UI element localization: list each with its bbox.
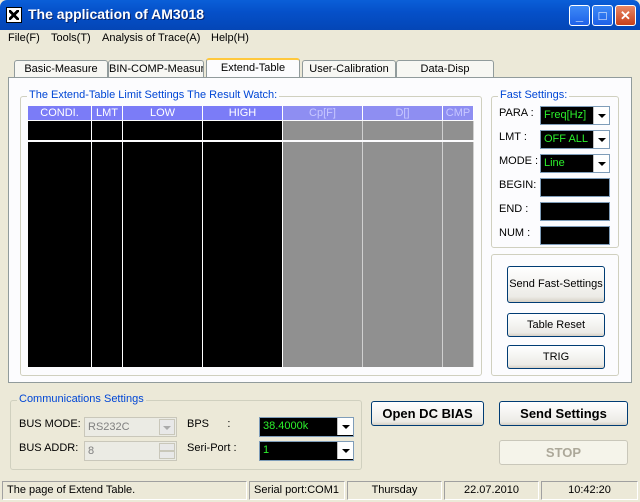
status-date: 22.07.2010 [444,481,539,500]
column-header-cmp: CMP [443,106,474,120]
limit-settings-label: The Extend-Table Limit Settings The Resu… [27,89,280,101]
para-value: Freq[Hz] [544,109,587,121]
bus-mode-value: RS232C [88,421,130,433]
window-title: The application of AM3018 [28,6,205,22]
begin-label: BEGIN: [499,179,537,191]
column-header-high: HIGH [203,106,283,120]
chevron-down-icon[interactable] [159,419,175,435]
bus-mode-select[interactable]: RS232C [84,417,177,437]
menu-bar: File(F) Tools(T) Analysis of Trace(A) He… [0,30,640,48]
seri-port-value: 1 [263,444,270,456]
status-time: 10:42:20 [541,481,638,500]
column-header-lmt: LMT [92,106,123,120]
mode-select[interactable]: Line [540,154,610,173]
mode-value: Line [544,157,565,169]
table-cell[interactable] [123,121,203,140]
bus-addr-stepper[interactable]: 8 [84,441,177,461]
status-serial-port: Serial port:COM1 [249,481,345,500]
lmt-label: LMT : [499,131,527,143]
table-cell[interactable] [28,121,92,140]
table-column-body[interactable] [203,142,283,367]
bus-addr-label: BUS ADDR: [19,442,79,454]
table-column-body [283,142,363,367]
para-label: PARA : [499,107,534,119]
end-label: END : [499,203,529,215]
lmt-select[interactable]: OFF ALL [540,130,610,149]
para-select[interactable]: Freq[Hz] [540,106,610,125]
num-input[interactable] [540,226,610,245]
bps-select[interactable]: 38.4000k [259,417,354,437]
seri-port-label: Seri-Port : [187,442,237,454]
column-header-cp: Cp[F] [283,106,363,120]
table-reset-button[interactable]: Table Reset [507,313,605,337]
menu-tools[interactable]: Tools(T) [51,32,91,44]
fast-settings-label: Fast Settings: [498,89,570,101]
table-cell[interactable] [92,121,123,140]
end-input[interactable] [540,202,610,221]
menu-file[interactable]: File(F) [8,32,40,44]
app-icon[interactable] [6,7,22,23]
tab-extend-table[interactable]: Extend-Table [206,58,300,78]
begin-input[interactable] [540,178,610,197]
communications-label: Communications Settings [17,393,146,405]
table-column-body [363,142,443,367]
trig-button[interactable]: TRIG [507,345,605,369]
table-cell [443,121,474,140]
bps-label: BPS : [187,418,231,430]
status-message: The page of Extend Table. [2,481,247,500]
bps-value: 38.4000k [263,420,309,432]
chevron-down-icon[interactable] [593,107,609,124]
bus-addr-value: 8 [88,445,95,457]
table-cell [283,121,363,140]
spin-arrows-icon[interactable] [159,443,175,459]
table-column-body [443,142,474,367]
menu-analysis-of-trace[interactable]: Analysis of Trace(A) [102,32,200,44]
send-fast-settings-button[interactable]: Send Fast-Settings [507,266,605,303]
table-cell [363,121,443,140]
close-button[interactable]: ✕ [615,5,636,26]
title-bar[interactable]: The application of AM3018 _ □ ✕ [0,0,640,30]
status-day: Thursday [347,481,442,500]
table-column-body[interactable] [123,142,203,367]
column-header-condi: CONDI. [28,106,92,120]
chevron-down-icon[interactable] [593,155,609,172]
lmt-value: OFF ALL [544,133,589,145]
tab-data-disp[interactable]: Data-Disp [396,60,494,78]
tab-bin-comp-measure[interactable]: BIN-COMP-Measure [108,60,204,78]
status-bar: The page of Extend Table. Serial port:CO… [0,478,640,502]
send-settings-button[interactable]: Send Settings [499,401,628,426]
tab-basic-measure[interactable]: Basic-Measure [14,60,108,78]
open-dc-bias-button[interactable]: Open DC BIAS [371,401,484,426]
menu-help[interactable]: Help(H) [211,32,249,44]
mode-label: MODE : [499,155,539,167]
table-cell[interactable] [203,121,283,140]
bus-mode-label: BUS MODE: [19,418,81,430]
tab-user-calibration[interactable]: User-Calibration [302,60,396,78]
table-column-body[interactable] [28,142,92,367]
num-label: NUM : [499,227,531,239]
chevron-down-icon[interactable] [337,418,353,435]
table-column-body[interactable] [92,142,123,367]
maximize-button[interactable]: □ [592,5,613,26]
chevron-down-icon[interactable] [337,442,353,459]
column-header-low: LOW [123,106,203,120]
stop-button[interactable]: STOP [499,440,628,465]
seri-port-select[interactable]: 1 [259,441,354,461]
chevron-down-icon[interactable] [593,131,609,148]
column-header-d: D[] [363,106,443,120]
minimize-button[interactable]: _ [569,5,590,26]
